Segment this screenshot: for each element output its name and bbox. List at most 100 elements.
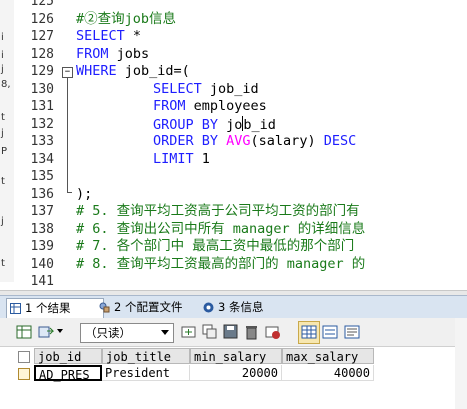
code-line-129[interactable]: WHERE job_id=(: [76, 63, 190, 80]
sql-keyword: FROM: [76, 46, 109, 62]
tab-label: 2 个配置文件: [114, 300, 183, 314]
line-number: 137: [30, 204, 54, 219]
code-line-136[interactable]: );: [76, 186, 92, 203]
sql-keyword: DESC: [315, 133, 357, 149]
line-number: 125: [30, 0, 54, 9]
left-panel-fragment: t: [1, 176, 5, 187]
table-cell[interactable]: AD_PRES: [34, 365, 102, 382]
table-cell[interactable]: President: [102, 365, 190, 381]
code-line-132[interactable]: GROUP BY job_id: [153, 116, 276, 134]
code-line-133[interactable]: ORDER BY AVG(salary) DESC: [153, 133, 356, 150]
fold-guide-end: [67, 192, 72, 193]
table-grid-icon: [301, 325, 317, 339]
select-value: （只读）: [85, 326, 131, 340]
sql-keyword: SELECT: [76, 28, 125, 44]
left-panel-fragment: j: [1, 64, 4, 75]
sql-keyword: ORDER BY: [153, 133, 219, 149]
line-number: 132: [30, 117, 54, 132]
text-view-icon[interactable]: [344, 324, 360, 340]
column-header[interactable]: job_title: [102, 348, 190, 364]
info-icon: [203, 302, 214, 313]
tab-results[interactable]: 1 个结果: [6, 298, 104, 318]
left-panel-fragment: P: [1, 146, 8, 157]
left-panel-fragment: i: [1, 50, 4, 61]
sql-keyword: SELECT: [153, 81, 202, 97]
grid-view-icon[interactable]: [16, 324, 32, 340]
line-number: 139: [30, 239, 54, 254]
left-panel-fragment: i: [1, 32, 4, 43]
left-panel-fragment: j: [1, 128, 4, 139]
form-view-icon[interactable]: [322, 324, 338, 340]
code-line-138[interactable]: # 6. 查询出公司中所有 manager 的详细信息: [76, 221, 365, 238]
left-panel-fragment: j: [1, 216, 4, 227]
sql-token: job_id=(: [116, 63, 190, 79]
line-number: 133: [30, 134, 54, 149]
code-line-137[interactable]: # 5. 查询平均工资高于公司平均工资的部门有: [76, 203, 360, 220]
column-header[interactable]: job_id: [34, 348, 102, 364]
line-number: 128: [30, 47, 54, 62]
duplicate-row-icon[interactable]: [202, 324, 218, 340]
table-cell[interactable]: 40000: [282, 365, 374, 381]
left-panel-edge: i i j 8, t j P t j t: [0, 0, 15, 282]
sql-function: AVG: [218, 133, 251, 149]
code-line-131[interactable]: FROM employees: [153, 98, 267, 115]
profile-icon: [99, 302, 110, 313]
left-panel-fragment: t: [1, 258, 5, 269]
export-icon[interactable]: [38, 324, 54, 340]
refresh-icon[interactable]: [265, 324, 281, 340]
chevron-down-icon: [161, 330, 169, 335]
line-number: 138: [30, 222, 54, 237]
chevron-down-icon[interactable]: [57, 329, 63, 333]
line-number: 134: [30, 152, 54, 167]
sql-keyword: FROM: [153, 98, 186, 114]
sql-keyword: GROUP BY: [153, 117, 219, 133]
tab-profiles[interactable]: 2 个配置文件: [96, 298, 212, 317]
line-number: 127: [30, 29, 54, 44]
fold-collapse-icon[interactable]: −: [62, 67, 73, 78]
line-number: 141: [30, 274, 54, 289]
sql-keyword: WHERE: [76, 63, 117, 79]
left-panel-fragment: 8,: [1, 79, 11, 90]
sql-token: jo: [218, 117, 243, 133]
sql-token: job_id: [201, 81, 259, 97]
result-toolbar: （只读）: [0, 318, 467, 347]
tab-messages[interactable]: 3 条信息: [200, 298, 292, 317]
read-only-mode-select[interactable]: （只读）: [80, 323, 174, 343]
result-grid-icon: [10, 303, 21, 314]
line-number: 130: [30, 82, 54, 97]
sql-token: employees: [185, 98, 267, 114]
line-number: 135: [30, 169, 54, 184]
line-number: 140: [30, 257, 54, 272]
result-tab-bar: 1 个结果 2 个配置文件 3 条信息: [0, 295, 467, 318]
save-icon[interactable]: [223, 324, 239, 340]
sql-token: *: [124, 28, 142, 44]
table-cell[interactable]: 20000: [190, 365, 282, 381]
code-line-126[interactable]: #②查询job信息: [76, 11, 176, 28]
results-scrollbar[interactable]: [455, 318, 467, 409]
delete-icon[interactable]: [244, 324, 260, 340]
row-checkbox[interactable]: [18, 368, 30, 380]
line-number: 126: [30, 12, 54, 27]
column-header[interactable]: max_salary: [282, 348, 374, 364]
sql-token: (salary): [250, 133, 316, 149]
code-line-134[interactable]: LIMIT 1: [153, 151, 210, 168]
line-number: 136: [30, 187, 54, 202]
code-line-139[interactable]: # 7. 各个部门中 最高工资中最低的那个部门: [76, 238, 354, 255]
line-number: 131: [30, 99, 54, 114]
sql-token: b_id: [243, 117, 276, 133]
code-line-140[interactable]: # 8. 查询平均工资最高的部门的 manager 的: [76, 256, 365, 273]
code-line-128[interactable]: FROM jobs: [76, 46, 149, 63]
line-number-gutter: 125 126 127 128 129 130 131 132 133 134 …: [14, 0, 73, 289]
select-all-checkbox[interactable]: [18, 351, 30, 363]
sql-keyword: LIMIT: [153, 151, 194, 167]
code-line-130[interactable]: SELECT job_id: [153, 81, 259, 98]
tab-label: 3 条信息: [218, 300, 264, 314]
left-panel-fragment: t: [1, 112, 5, 123]
code-line-127[interactable]: SELECT *: [76, 28, 141, 45]
insert-row-icon[interactable]: [181, 324, 197, 340]
fold-guide-line: [67, 78, 68, 192]
sql-token: 1: [193, 151, 210, 167]
column-header[interactable]: min_salary: [190, 348, 282, 364]
line-number: 129: [30, 64, 54, 79]
grid-mode-toggle[interactable]: [298, 321, 320, 344]
